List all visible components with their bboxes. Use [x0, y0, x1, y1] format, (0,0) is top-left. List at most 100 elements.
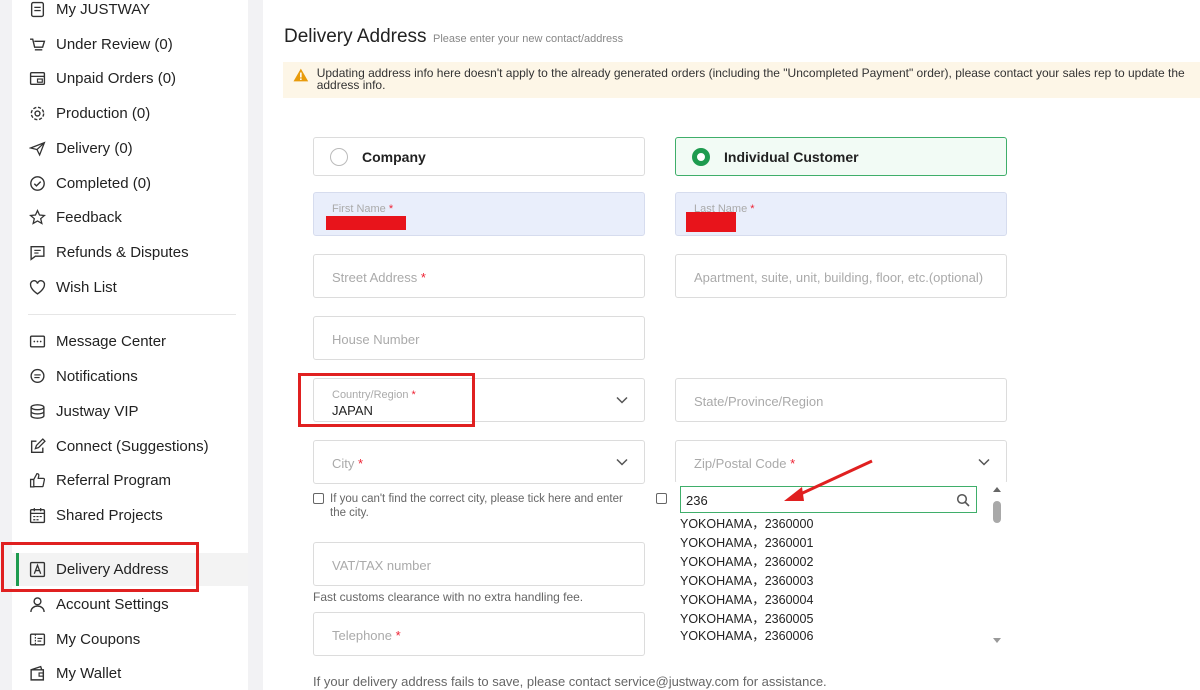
bill-icon: [28, 69, 46, 87]
sidebar-item-label: My Wallet: [56, 664, 122, 682]
house-number-placeholder: House Number: [332, 332, 420, 347]
redacted-last-name: [686, 212, 736, 232]
warning-icon: [293, 68, 309, 82]
sidebar-item-delivery[interactable]: Delivery (0): [28, 136, 133, 160]
sidebar-item-label: My JUSTWAY: [56, 0, 151, 18]
gear-icon: [28, 104, 46, 122]
sidebar-item-my-justway[interactable]: My JUSTWAY: [28, 0, 150, 21]
wallet-icon: [28, 664, 46, 682]
sidebar-item-referral[interactable]: Referral Program: [28, 468, 171, 492]
sidebar-item-label: Under Review (0): [56, 35, 173, 53]
city-manual-text: If you can't find the correct city, plea…: [330, 493, 623, 519]
check-circle-icon: [28, 174, 46, 192]
city-manual-checkbox[interactable]: [313, 493, 324, 504]
notice-text: Updating address info here doesn't apply…: [316, 66, 1185, 92]
telephone-placeholder: Telephone *: [332, 628, 401, 643]
sidebar-item-completed[interactable]: Completed (0): [28, 171, 151, 195]
sidebar-item-account-settings[interactable]: Account Settings: [28, 592, 169, 616]
sidebar-item-refunds[interactable]: Refunds & Disputes: [28, 240, 189, 264]
sidebar-item-shared-projects[interactable]: Shared Projects: [28, 503, 163, 527]
city-select[interactable]: City *: [313, 440, 645, 484]
bell-chat-icon: [28, 367, 46, 385]
sidebar-item-wish-list[interactable]: Wish List: [28, 275, 117, 299]
annotation-arrow: [784, 459, 873, 501]
house-number-field[interactable]: House Number: [313, 316, 645, 360]
sidebar-item-label: Completed (0): [56, 174, 152, 192]
zip-dropdown: 236 YOKOHAMA，2360000 YOKOHAMA，2360001 YO…: [675, 482, 1007, 644]
sidebar-item-label: Shared Projects: [56, 506, 163, 524]
sidebar-item-label: Referral Program: [56, 471, 172, 489]
sidebar-item-label: Connect (Suggestions): [56, 437, 209, 455]
redacted-first-name: [326, 216, 406, 230]
sidebar-item-message-center[interactable]: Message Center: [28, 329, 166, 353]
company-radio-option[interactable]: Company: [313, 137, 645, 176]
zip-option[interactable]: YOKOHAMA，2360003: [680, 572, 813, 591]
sidebar-item-justway-vip[interactable]: Justway VIP: [28, 399, 139, 423]
sidebar-item-label: Delivery (0): [56, 139, 133, 157]
coupon-icon: [28, 630, 46, 648]
individual-radio-option[interactable]: Individual Customer: [675, 137, 1007, 176]
city-placeholder: City *: [332, 456, 364, 471]
star-icon: [28, 208, 46, 226]
cart-icon: [28, 35, 46, 53]
scrollbar-thumb[interactable]: [993, 501, 1001, 523]
sidebar-item-production[interactable]: Production (0): [28, 101, 150, 125]
vat-field[interactable]: VAT/TAX number: [313, 542, 645, 586]
first-name-label: First Name *: [332, 203, 394, 215]
user-icon: [28, 595, 46, 613]
state-field[interactable]: State/Province/Region: [675, 378, 1007, 422]
sidebar-item-label: Feedback: [56, 208, 122, 226]
sidebar-item-my-wallet[interactable]: My Wallet: [28, 661, 121, 685]
sidebar-item-my-coupons[interactable]: My Coupons: [28, 627, 140, 651]
sidebar-item-label: Message Center: [56, 332, 167, 350]
sidebar-divider: [28, 314, 236, 315]
chevron-down-icon: [616, 458, 628, 466]
search-icon[interactable]: [956, 493, 970, 507]
document-icon: [28, 0, 46, 18]
chevron-down-icon: [616, 396, 628, 404]
sidebar-item-under-review[interactable]: Under Review (0): [28, 32, 173, 56]
zip-option[interactable]: YOKOHAMA，2360006: [680, 629, 813, 644]
company-radio[interactable]: [330, 147, 348, 166]
plane-icon: [28, 139, 46, 157]
zip-option[interactable]: YOKOHAMA，2360004: [680, 591, 813, 610]
sidebar-item-label: Notifications: [56, 367, 138, 385]
zip-option[interactable]: YOKOHAMA，2360001: [680, 534, 813, 553]
page-title: Delivery Address: [284, 26, 427, 47]
street-address-field[interactable]: Street Address *: [313, 254, 645, 298]
vat-placeholder: VAT/TAX number: [332, 558, 431, 573]
sidebar-item-feedback[interactable]: Feedback: [28, 205, 122, 229]
sidebar-item-label: Unpaid Orders (0): [56, 69, 177, 87]
chevron-down-icon: [978, 458, 990, 466]
highlight-frame-delivery-address: [1, 542, 199, 592]
edit-icon: [28, 437, 46, 455]
highlight-frame-country: [298, 373, 475, 427]
sidebar-item-label: My Coupons: [56, 630, 141, 648]
sidebar-item-label: Account Settings: [56, 595, 169, 613]
chat-icon: [28, 243, 46, 261]
sidebar-item-connect[interactable]: Connect (Suggestions): [28, 434, 209, 458]
sidebar-item-notifications[interactable]: Notifications: [28, 364, 138, 388]
zip-option[interactable]: YOKOHAMA，2360002: [680, 553, 813, 572]
sidebar-item-label: Justway VIP: [56, 402, 139, 420]
individual-radio[interactable]: [692, 147, 710, 166]
sidebar-item-label: Wish List: [56, 278, 117, 296]
vip-icon: [28, 402, 46, 420]
notice-banner: Updating address info here doesn't apply…: [283, 62, 1200, 98]
zip-search-value: 236: [686, 493, 708, 508]
zip-option[interactable]: YOKOHAMA，2360000: [680, 515, 813, 534]
state-placeholder: State/Province/Region: [694, 394, 824, 409]
apartment-field[interactable]: Apartment, suite, unit, building, floor,…: [675, 254, 1007, 298]
zip-manual-checkbox[interactable]: [656, 493, 667, 504]
sidebar-item-label: Production (0): [56, 104, 151, 122]
individual-label: Individual Customer: [724, 148, 859, 165]
calendar-icon: [28, 506, 46, 524]
footer-note: If your delivery address fails to save, …: [313, 674, 827, 689]
street-address-placeholder: Street Address *: [332, 270, 426, 285]
vat-hint: Fast customs clearance with no extra han…: [313, 590, 584, 604]
telephone-field[interactable]: Telephone *: [313, 612, 645, 656]
sidebar-item-label: Refunds & Disputes: [56, 243, 189, 261]
company-label: Company: [362, 148, 426, 165]
zip-option[interactable]: YOKOHAMA，2360005: [680, 610, 813, 629]
sidebar-item-unpaid-orders[interactable]: Unpaid Orders (0): [28, 66, 176, 90]
